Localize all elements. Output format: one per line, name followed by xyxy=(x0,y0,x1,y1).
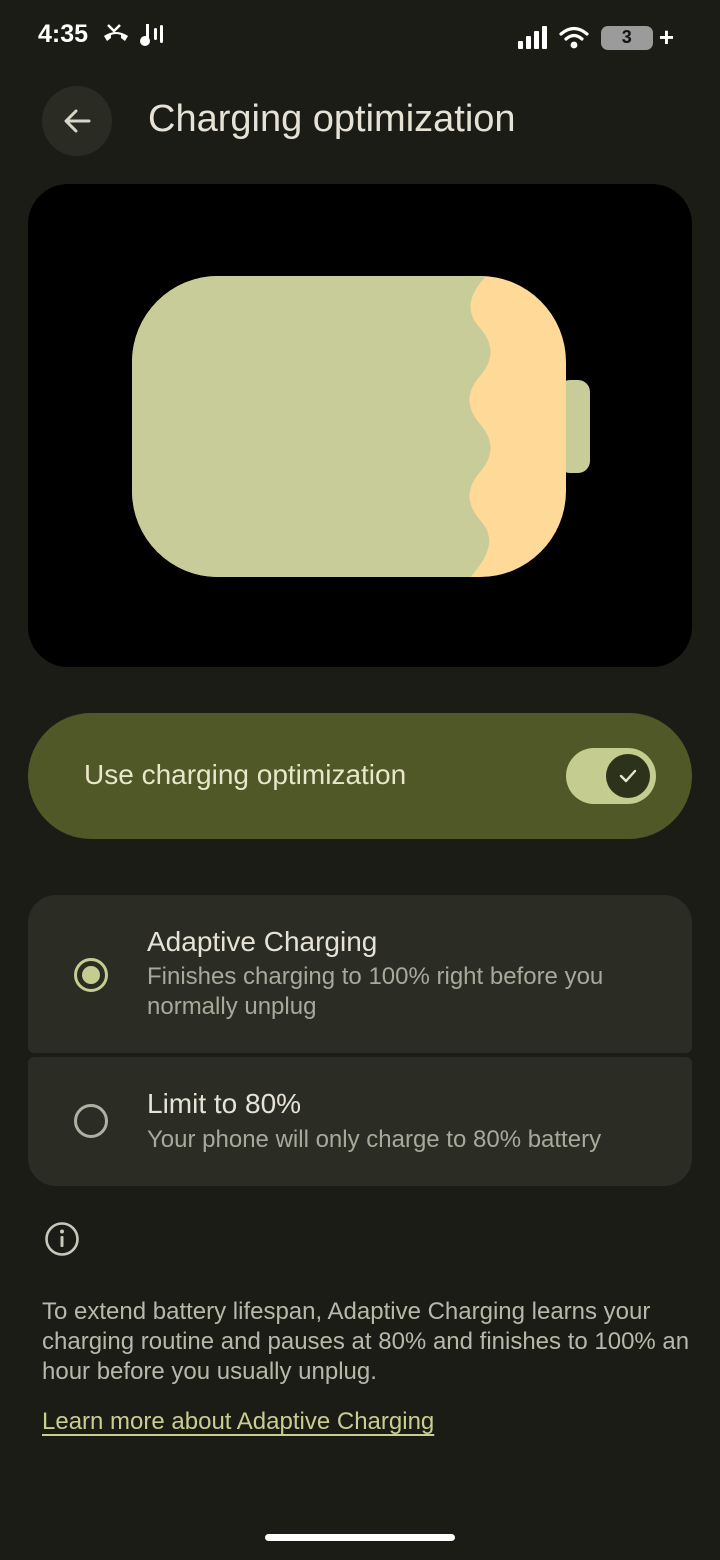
charging-plus-icon: + xyxy=(658,22,674,52)
status-bar: 4:35 3 + xyxy=(0,0,720,72)
toggle-label: Use charging optimization xyxy=(84,759,407,790)
option-adaptive-charging[interactable]: Adaptive Charging Finishes charging to 1… xyxy=(28,895,692,1053)
info-icon xyxy=(45,1222,79,1256)
radio-selected-icon[interactable] xyxy=(73,957,109,993)
option-title: Limit to 80% xyxy=(147,1088,302,1119)
learn-more-link[interactable]: Learn more about Adaptive Charging xyxy=(42,1408,434,1436)
battery-icon: 3 xyxy=(600,25,653,50)
battery-graphic xyxy=(132,276,590,577)
status-right-icons: 3 + xyxy=(517,22,674,53)
footer-description: To extend battery lifespan, Adaptive Cha… xyxy=(42,1298,690,1385)
option-title: Adaptive Charging xyxy=(147,926,378,957)
radio-unselected-icon[interactable] xyxy=(73,1103,109,1139)
use-charging-optimization-toggle[interactable]: Use charging optimization xyxy=(28,713,692,839)
battery-illustration xyxy=(28,184,692,667)
back-button[interactable] xyxy=(42,86,112,156)
option-description: Finishes charging to 100% right before y… xyxy=(147,963,604,1020)
option-limit-80[interactable]: Limit to 80% Your phone will only charge… xyxy=(28,1057,692,1186)
battery-body xyxy=(132,276,491,577)
optimization-switch[interactable] xyxy=(566,748,656,804)
missed-call-icon xyxy=(104,24,128,41)
signal-icon xyxy=(517,25,547,49)
status-left-icons xyxy=(102,22,168,48)
home-indicator[interactable] xyxy=(265,1534,455,1541)
switch-thumb xyxy=(606,754,650,798)
wifi-icon xyxy=(559,26,589,48)
page-title: Charging optimization xyxy=(148,98,516,140)
status-time: 4:35 xyxy=(38,20,89,48)
audio-icon xyxy=(140,24,163,46)
check-icon xyxy=(619,769,637,783)
option-description: Your phone will only charge to 80% batte… xyxy=(147,1126,602,1153)
battery-level: 3 xyxy=(621,27,632,47)
arrow-left-icon xyxy=(64,109,91,133)
